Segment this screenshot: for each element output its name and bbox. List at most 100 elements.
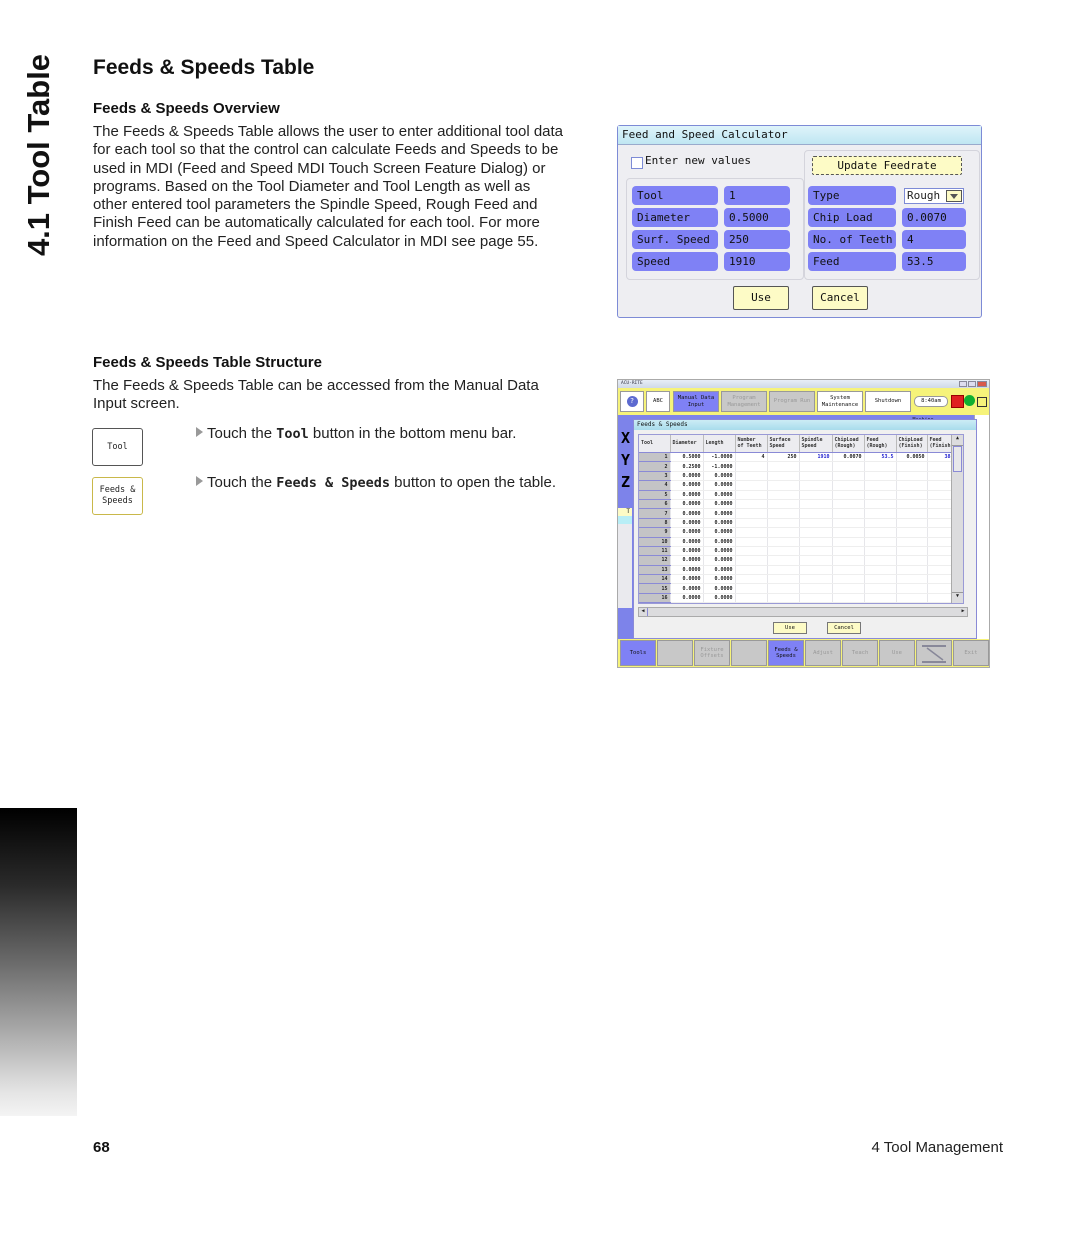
diameter-value[interactable]: 0.5000 xyxy=(724,208,790,227)
table-row[interactable]: 13 0.0000 0.0000 xyxy=(639,565,960,576)
table-cell[interactable]: 0.2500 xyxy=(670,461,704,472)
table-cell[interactable] xyxy=(799,527,833,538)
table-cell[interactable] xyxy=(864,555,897,566)
table-cell[interactable] xyxy=(735,565,768,576)
table-cell[interactable] xyxy=(896,583,928,594)
table-row[interactable]: 11 0.0000 0.0000 xyxy=(639,546,960,557)
table-cell[interactable] xyxy=(799,537,833,547)
table-cell[interactable]: 0.0000 xyxy=(703,490,736,500)
table-cell[interactable]: 0.0000 xyxy=(703,518,736,529)
table-cell[interactable] xyxy=(832,565,865,576)
table-cell[interactable] xyxy=(832,555,865,566)
tool-number-cell[interactable]: 2 xyxy=(639,461,671,472)
table-cell[interactable]: 0.0000 xyxy=(670,490,704,500)
table-cell[interactable]: 0.0000 xyxy=(703,527,736,538)
chip-load-value[interactable]: 0.0070 xyxy=(902,208,966,227)
table-cell[interactable] xyxy=(896,537,928,547)
probe-button[interactable] xyxy=(916,640,952,666)
table-cell[interactable] xyxy=(767,546,800,557)
table-cell[interactable] xyxy=(896,593,928,603)
program-management-button[interactable]: Program Management xyxy=(721,391,767,412)
teeth-value[interactable]: 4 xyxy=(902,230,966,249)
table-cell[interactable]: 0.0000 xyxy=(703,471,736,482)
table-cell[interactable]: 0.0000 xyxy=(703,537,736,547)
table-cell[interactable] xyxy=(799,546,833,557)
table-cell[interactable] xyxy=(799,602,833,603)
table-cell[interactable] xyxy=(896,461,928,472)
tool-number-cell[interactable]: 7 xyxy=(639,508,671,519)
table-row[interactable]: 15 0.0000 0.0000 xyxy=(639,583,960,594)
table-cell[interactable] xyxy=(832,508,865,519)
table-cell[interactable] xyxy=(767,574,800,585)
tool-number-cell[interactable]: 12 xyxy=(639,555,671,566)
table-cell[interactable]: 1910 xyxy=(799,452,833,463)
table-cell[interactable] xyxy=(864,490,897,500)
table-cell[interactable] xyxy=(767,583,800,594)
table-cell[interactable] xyxy=(832,602,865,603)
table-cell[interactable] xyxy=(767,471,800,482)
type-select[interactable]: Rough xyxy=(904,188,964,204)
table-cell[interactable] xyxy=(735,508,768,519)
table-cell[interactable]: 53.5 xyxy=(864,452,897,463)
table-cell[interactable]: 0.0000 xyxy=(670,537,704,547)
table-cell[interactable]: 0.0000 xyxy=(670,480,704,491)
table-row[interactable]: 12 0.0000 0.0000 xyxy=(639,555,960,566)
table-row[interactable]: 9 0.0000 0.0000 xyxy=(639,527,960,538)
table-cell[interactable] xyxy=(735,490,768,500)
table-cell[interactable]: 0.0000 xyxy=(670,555,704,566)
table-cell[interactable] xyxy=(832,583,865,594)
table-cell[interactable] xyxy=(735,499,768,510)
table-cell[interactable] xyxy=(735,527,768,538)
table-row[interactable]: 4 0.0000 0.0000 xyxy=(639,480,960,491)
table-cancel-button[interactable]: Cancel xyxy=(827,622,861,634)
tool-number-cell[interactable]: 4 xyxy=(639,480,671,491)
program-run-button[interactable]: Program Run xyxy=(769,391,815,412)
enter-new-values-checkbox[interactable] xyxy=(631,157,643,169)
table-cell[interactable] xyxy=(896,555,928,566)
table-cell[interactable]: 0.0000 xyxy=(703,565,736,576)
table-cell[interactable] xyxy=(799,565,833,576)
abc-button[interactable]: ABC xyxy=(646,391,670,412)
table-cell[interactable] xyxy=(832,490,865,500)
tool-number-cell[interactable]: 11 xyxy=(639,546,671,557)
table-cell[interactable]: 0.0000 xyxy=(670,518,704,529)
table-cell[interactable]: 4 xyxy=(735,452,768,463)
table-cell[interactable] xyxy=(864,480,897,491)
scroll-right-icon[interactable]: ▶ xyxy=(959,608,967,616)
teach-button[interactable]: Teach xyxy=(842,640,878,666)
table-cell[interactable] xyxy=(832,593,865,603)
table-cell[interactable] xyxy=(735,593,768,603)
feeds-speeds-button[interactable]: Feeds & Speeds xyxy=(768,640,804,666)
table-cell[interactable] xyxy=(799,490,833,500)
table-cell[interactable] xyxy=(896,565,928,576)
table-cell[interactable] xyxy=(832,499,865,510)
maximize-icon[interactable] xyxy=(968,381,976,387)
table-cell[interactable] xyxy=(735,461,768,472)
table-cell[interactable]: 0.0070 xyxy=(832,452,865,463)
table-cell[interactable] xyxy=(896,546,928,557)
table-cell[interactable] xyxy=(832,574,865,585)
tool-number-cell[interactable]: 14 xyxy=(639,574,671,585)
table-cell[interactable]: 0.0000 xyxy=(703,508,736,519)
table-cell[interactable] xyxy=(799,555,833,566)
tool-value[interactable]: 1 xyxy=(724,186,790,205)
tools-button[interactable]: Tools xyxy=(620,640,656,666)
table-cell[interactable] xyxy=(864,593,897,603)
shutdown-button[interactable]: Shutdown xyxy=(865,391,911,412)
table-cell[interactable] xyxy=(799,583,833,594)
table-cell[interactable]: 0.0000 xyxy=(703,480,736,491)
table-cell[interactable] xyxy=(832,518,865,529)
feeds-speeds-table[interactable]: Tool Diameter Length Number of Teeth Surface… xyxy=(638,434,964,604)
tool-number-cell[interactable]: 1 xyxy=(639,452,671,463)
table-row[interactable]: 14 0.0000 0.0000 xyxy=(639,574,960,585)
table-row[interactable]: 5 0.0000 0.0000 xyxy=(639,490,960,500)
table-cell[interactable] xyxy=(864,461,897,472)
table-cell[interactable] xyxy=(832,537,865,547)
scroll-thumb[interactable] xyxy=(953,446,962,472)
table-cell[interactable] xyxy=(799,518,833,529)
table-cell[interactable] xyxy=(832,480,865,491)
help-button[interactable]: ? xyxy=(620,391,644,412)
speed-value[interactable]: 1910 xyxy=(724,252,790,271)
table-cell[interactable] xyxy=(896,527,928,538)
table-cell[interactable] xyxy=(864,518,897,529)
